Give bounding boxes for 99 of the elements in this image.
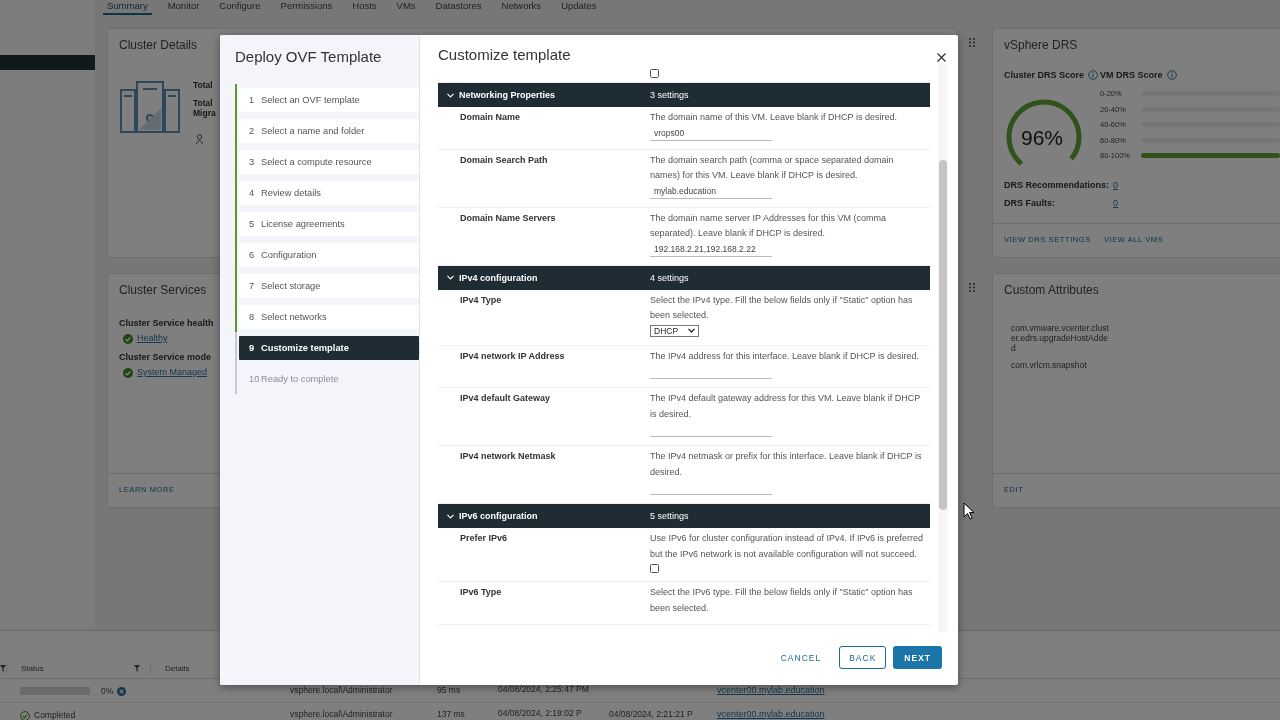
field-description: Select the IPv4 type. Fill the below fields only if "Static" option has been selected.	[650, 293, 914, 322]
section-header[interactable]: Networking Properties 3 settings	[438, 83, 930, 107]
card-title: vSphere DRS	[1004, 38, 1078, 52]
chevron-icon	[447, 513, 454, 519]
status-link[interactable]: System Managed	[137, 365, 208, 380]
field-label: Prefer IPv6	[460, 532, 509, 545]
tab[interactable]: Permissions	[276, 0, 337, 13]
field-description: The domain search path (comma or space separated domain names) for this VM. Leave blank if DHCP is desired.	[650, 153, 895, 182]
field-label: Total	[193, 98, 213, 108]
attribute-name: com.vmware.vcenter.cluster.edrs.upgradeHostAdded	[1011, 323, 1110, 353]
score-label: Cluster DRS Score	[1004, 70, 1085, 80]
status-link[interactable]: Healthy	[137, 331, 168, 346]
field-label: Domain Name	[460, 111, 522, 124]
wizard-step[interactable]: 5 License agreements	[239, 211, 419, 236]
tab[interactable]: Monitor	[163, 0, 204, 13]
server-link[interactable]: vcenter00.mylab.education	[717, 709, 825, 719]
tab[interactable]: VMs	[392, 0, 420, 13]
table-cell: 04/08/2024, 2:21:21 P	[609, 709, 693, 719]
table-cell: vsphere.local\Administrator	[290, 709, 393, 719]
field-label: IPv4 default Gateway	[460, 392, 552, 405]
info-icon[interactable]	[1166, 70, 1177, 80]
tab[interactable]: Configure	[215, 0, 265, 13]
task-status: Completed	[34, 710, 76, 720]
chevron-icon	[447, 275, 454, 280]
card-title: Cluster Services	[119, 283, 207, 297]
check-circle-icon	[20, 711, 30, 720]
tab[interactable]: Networks	[497, 0, 546, 13]
field-label: IPv4 network IP Address	[460, 349, 566, 363]
wizard-step[interactable]: 6 Configuration	[239, 242, 419, 267]
field-description: The IPv4 address for this interface. Leave blank if DHCP is desired.	[650, 349, 919, 363]
field-description: Use IPv6 for cluster configuration instead of IPv4. If IPv6 is preferred but the IPv6 network is not available configuration will not succeed.	[650, 532, 924, 561]
dropdown[interactable]: DHCP	[650, 324, 699, 337]
tab[interactable]: Updates	[557, 0, 601, 13]
section-header[interactable]: IPv6 configuration 5 settings	[438, 504, 930, 528]
tab[interactable]: Hosts	[348, 0, 381, 13]
filter-icon[interactable]	[134, 665, 140, 672]
field-label: Migra	[193, 108, 216, 118]
dialog-button[interactable]: NEXT	[893, 646, 942, 669]
stat-link[interactable]: 0	[1113, 198, 1118, 208]
table-cell: vsphere.local\Administrator	[290, 685, 393, 695]
column-header: Status	[21, 664, 44, 673]
checkbox[interactable]	[650, 564, 659, 573]
caret-icon	[688, 328, 695, 333]
card-title: Custom Attributes	[1004, 283, 1099, 297]
table-cell-text: 04/08/2024, 2:25:47 PM	[498, 685, 590, 694]
service-heading: Cluster Service mode	[119, 351, 212, 364]
progress-percent: 0%	[101, 686, 114, 696]
drag-handle-icon[interactable]	[968, 283, 975, 292]
field-description: The domain name server IP Addresses for this VM (comma separated). Leave blank if DHCP is desired.	[650, 211, 887, 240]
field-description: The IPv4 default gateway address for this VM. Leave blank if DHCP is desired.	[650, 392, 921, 421]
checkbox[interactable]	[650, 69, 659, 78]
server-link[interactable]: vcenter00.mylab.education	[717, 685, 825, 695]
wizard-step[interactable]: 3 Select a compute resource	[239, 149, 419, 174]
section-header[interactable]: IPv4 configuration 4 settings	[438, 265, 930, 290]
card-title: Cluster Details	[119, 38, 198, 52]
table-cell: 137 ms	[437, 709, 465, 719]
wizard-step[interactable]: 2 Select a name and folder	[239, 118, 419, 143]
field-description: The IPv4 netmask or prefix for this interface. Leave blank if DHCP is desired.	[650, 450, 923, 479]
table-cell-text: 04/08/2024, 2:19:02 P	[498, 709, 583, 718]
stat-link[interactable]: 0	[1113, 180, 1118, 190]
wizard-step[interactable]: 8 Select networks	[239, 304, 419, 329]
wizard-step[interactable]: 9 Customize template	[239, 335, 419, 360]
check-circle-icon	[123, 333, 133, 344]
dialog-title: Deploy OVF Template	[235, 48, 382, 66]
field-label: Total	[193, 80, 213, 90]
scrollbar-thumb[interactable]	[939, 160, 947, 510]
tab[interactable]: Summary	[103, 0, 152, 15]
filter-icon[interactable]	[0, 665, 6, 672]
score-value: 96%	[1021, 126, 1064, 150]
field-label: IPv6 Type	[460, 586, 503, 599]
field-label: Domain Name Servers	[460, 211, 557, 225]
server-cluster-icon	[119, 80, 181, 134]
mouse-pointer-icon	[963, 502, 975, 520]
drag-handle-icon[interactable]	[968, 38, 975, 47]
field-label: IPv4 Type	[460, 293, 503, 307]
wizard-step[interactable]: 1 Select an OVF template	[239, 87, 419, 112]
stat-label: DRS Recommendations:	[1004, 180, 1111, 190]
check-circle-icon	[123, 367, 133, 378]
tab[interactable]: Datastores	[431, 0, 486, 13]
wizard-step[interactable]: 4 Review details	[239, 180, 419, 205]
close-icon[interactable]	[937, 53, 946, 62]
cancel-icon[interactable]	[117, 687, 127, 696]
table-cell: 95 ms	[437, 685, 461, 695]
dialog-button[interactable]: CANCEL	[775, 646, 827, 669]
page-title: Customize template	[438, 46, 571, 64]
info-icon[interactable]	[1088, 70, 1099, 80]
stat-label: DRS Faults:	[1004, 198, 1056, 208]
field-description: The domain name of this VM. Leave blank if DHCP is desired.	[650, 111, 897, 124]
dialog-button[interactable]: BACK	[839, 646, 887, 669]
attribute-name: com.vrlcm.snapshot	[1011, 360, 1087, 370]
column-header: Details	[165, 664, 190, 673]
field-label: IPv4 network Netmask	[460, 450, 557, 463]
service-heading: Cluster Service health	[119, 317, 214, 330]
person-icon	[195, 134, 204, 145]
score-label: VM DRS Score	[1100, 70, 1163, 80]
chevron-icon	[447, 92, 454, 98]
wizard-step[interactable]: 7 Select storage	[239, 273, 419, 298]
field-label: Domain Search Path	[460, 153, 549, 167]
field-description: Select the IPv6 type. Fill the below fields only if "Static" option has been selected.	[650, 586, 914, 615]
